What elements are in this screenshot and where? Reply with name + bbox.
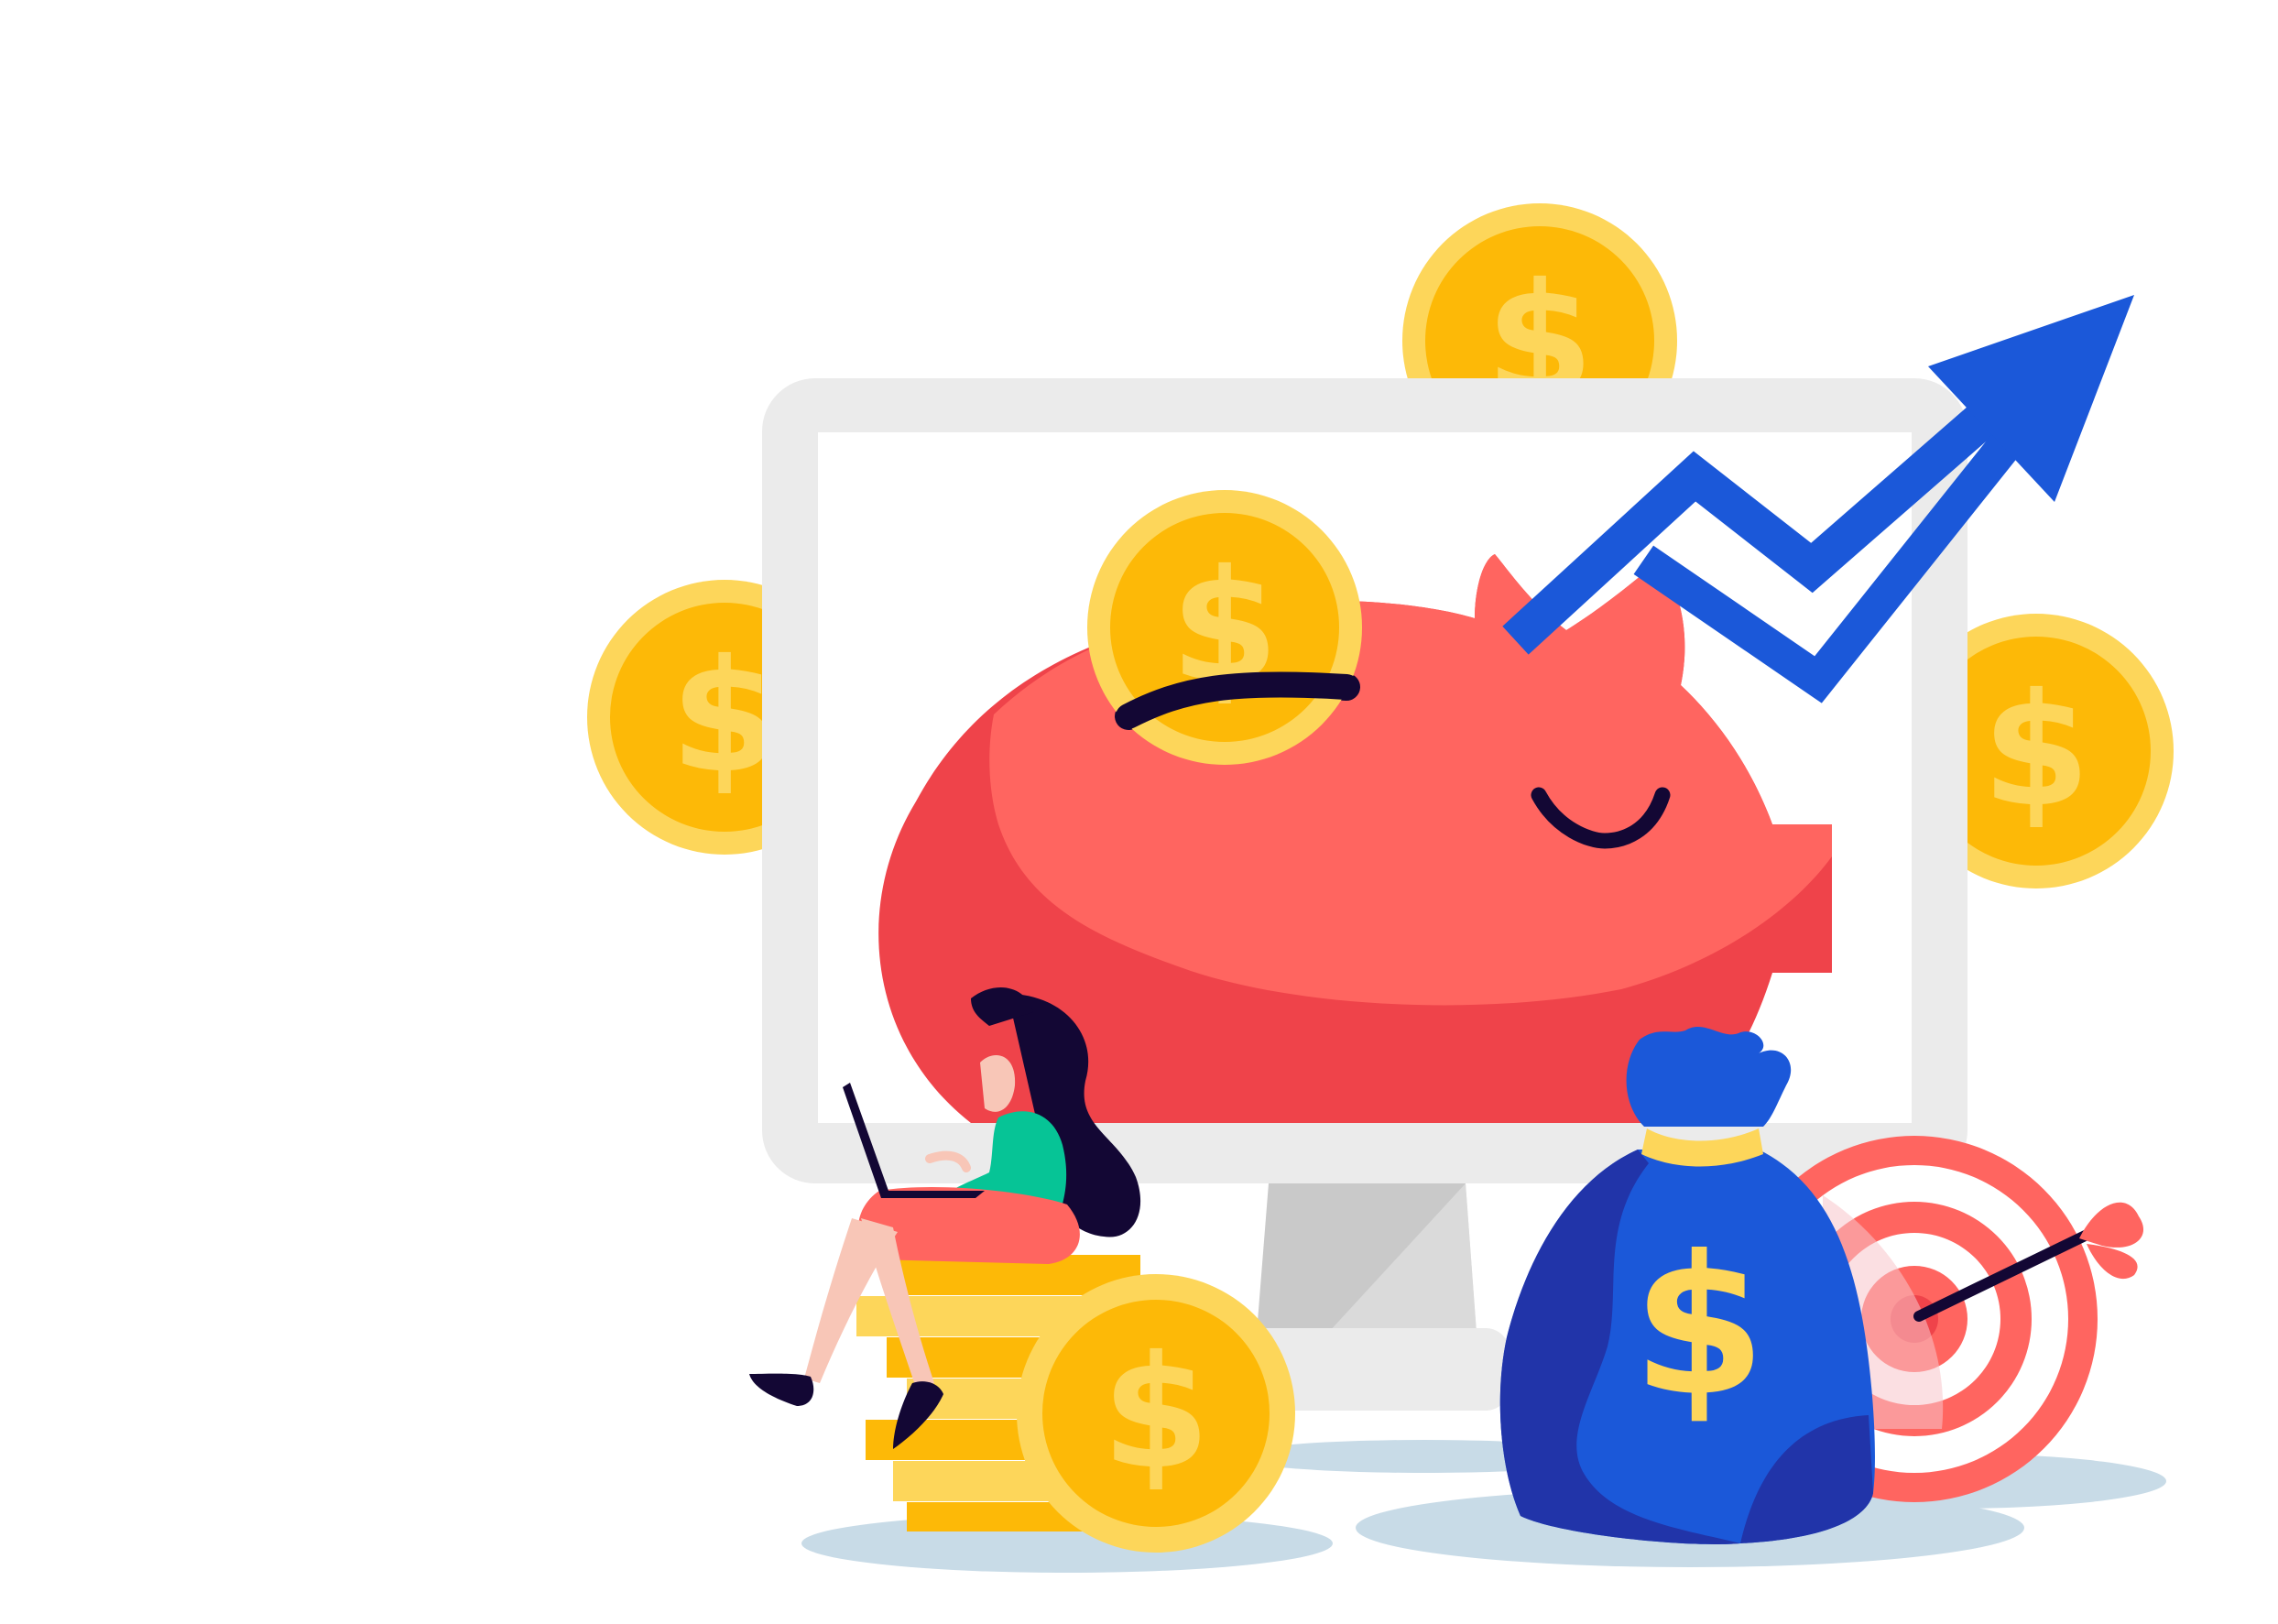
dollar-sign-icon: $ (1102, 1323, 1210, 1504)
dart-feather-bottom (2087, 1244, 2138, 1280)
finance-illustration-scene: $ $ $ $ $ $ (0, 0, 2278, 1624)
coin-in-slot: $ (1087, 490, 1362, 765)
woman-shoe-back (749, 1373, 814, 1406)
dollar-sign-icon: $ (1982, 660, 2090, 842)
coin-front: $ (1017, 1274, 1295, 1553)
illustration-svg: $ $ $ $ $ $ (587, 203, 2174, 1573)
dollar-sign-icon: $ (1632, 1215, 1766, 1439)
dart-feather-top (2079, 1202, 2144, 1248)
